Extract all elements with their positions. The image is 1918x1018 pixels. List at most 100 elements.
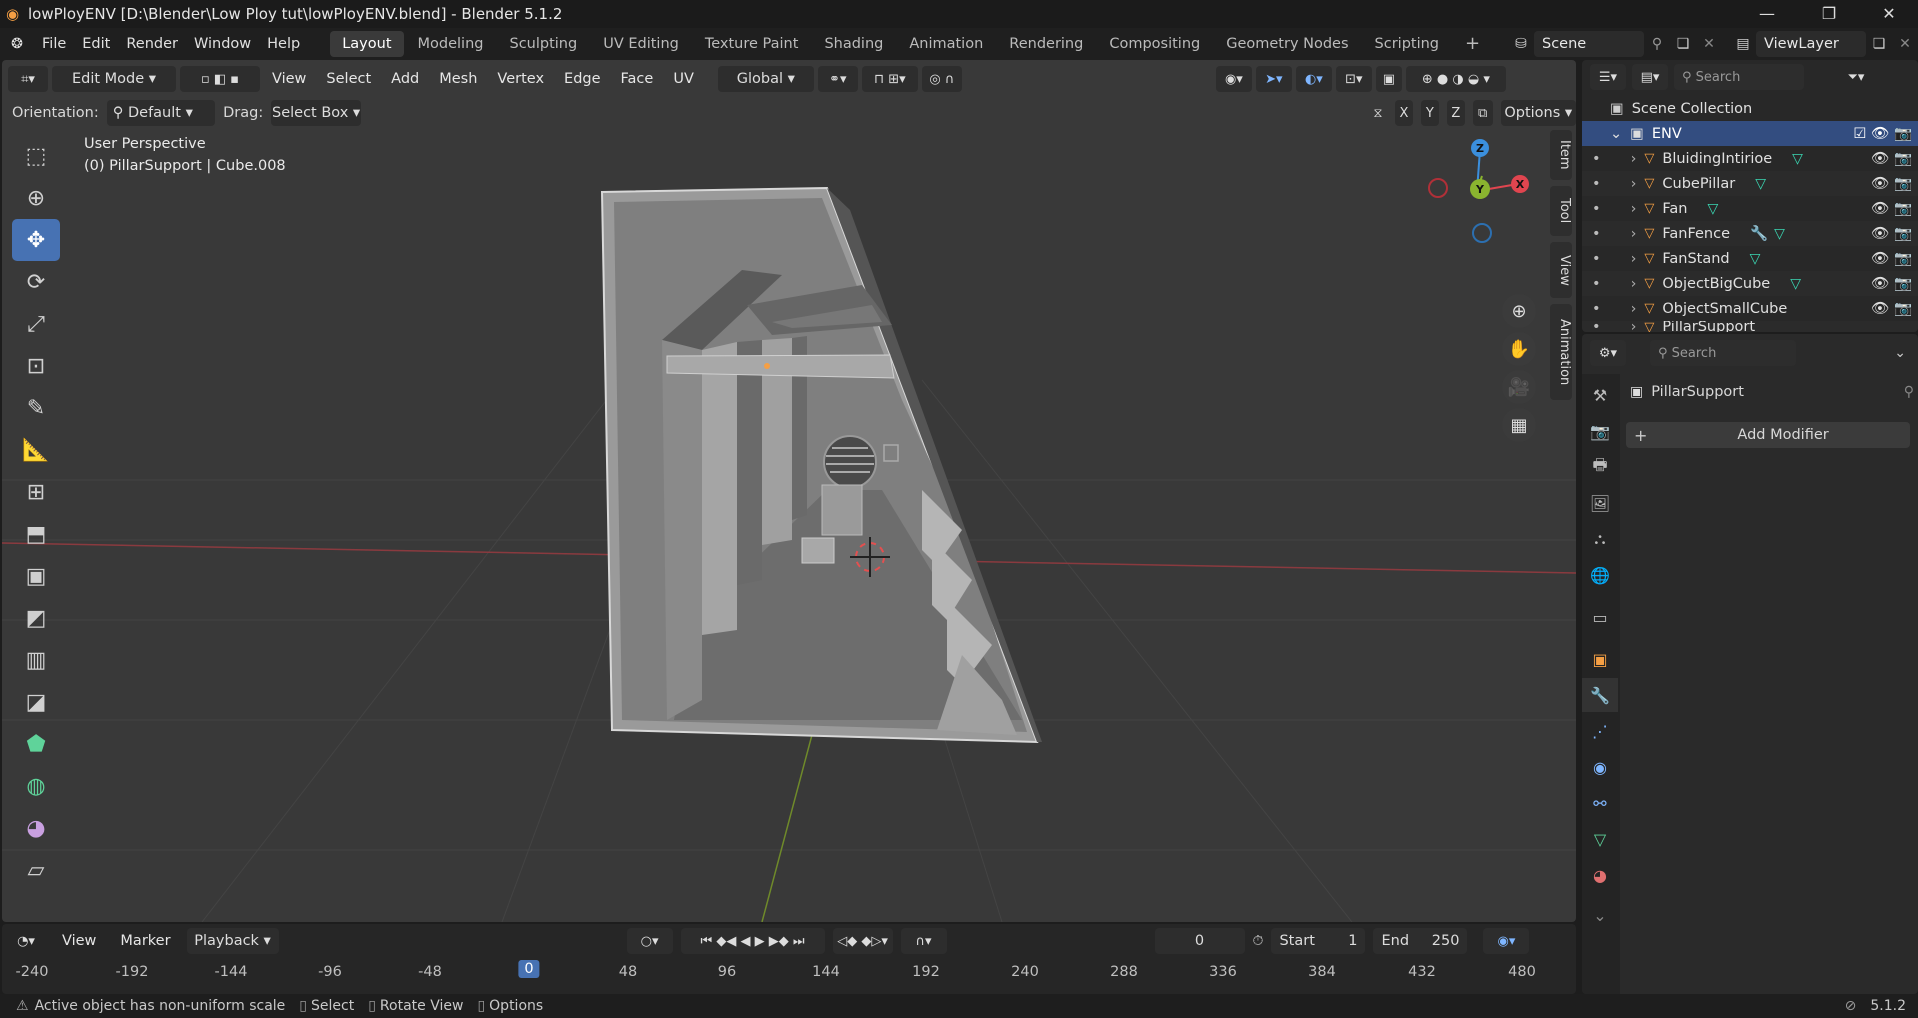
chevron-right-icon[interactable]: ›	[1631, 321, 1637, 332]
rotate-tool-icon[interactable]: ⟳	[12, 261, 60, 303]
tab-shading[interactable]: Shading	[812, 31, 895, 57]
vp-menu-face[interactable]: Face	[613, 66, 662, 92]
cursor-tool-icon[interactable]: ⊕	[12, 177, 60, 219]
minimize-button[interactable]: —	[1744, 0, 1790, 28]
tab-compositing[interactable]: Compositing	[1097, 31, 1212, 57]
mirror-icon[interactable]: ⧖	[1369, 100, 1387, 126]
smooth-tool-icon[interactable]: ◕	[12, 807, 60, 849]
particles-tab-icon[interactable]: ⋰	[1582, 714, 1618, 748]
vp-menu-view[interactable]: View	[264, 66, 314, 92]
onion-skin-icon[interactable]: ◉▾	[1483, 928, 1530, 954]
overlay-toggle-icon[interactable]: ◐▾	[1295, 66, 1332, 92]
object-tab-icon[interactable]: ▣	[1582, 642, 1618, 676]
spin-tool-icon[interactable]: ◍	[12, 765, 60, 807]
sidebar-tab-tool[interactable]: Tool	[1550, 186, 1572, 236]
tab-rendering[interactable]: Rendering	[997, 31, 1095, 57]
view-layer-tab-icon[interactable]: 🖼	[1582, 486, 1618, 520]
sidebar-tab-animation[interactable]: Animation	[1550, 304, 1572, 400]
row-controls[interactable]: 👁 📷	[1871, 275, 1912, 292]
outliner-row-object[interactable]: • › ▽ FanStand ▽ 👁 📷	[1582, 246, 1918, 271]
shading-mode-buttons[interactable]: ⊕ ● ◑ ◒ ▾	[1405, 66, 1506, 92]
pin-icon[interactable]: ⚲	[1644, 31, 1670, 57]
new-viewlayer-icon[interactable]: ❏	[1866, 31, 1892, 57]
extrude-tool-icon[interactable]: ⬒	[12, 513, 60, 555]
chevron-down-icon[interactable]: ⌄	[1610, 126, 1622, 142]
chevron-right-icon[interactable]: ›	[1631, 251, 1637, 267]
tab-layout[interactable]: Layout	[330, 31, 404, 57]
axis-y-toggle[interactable]: Y	[1420, 100, 1439, 126]
pan-hand-icon[interactable]: ✋	[1502, 332, 1536, 366]
outliner-row-object[interactable]: • › ▽ ObjectBigCube ▽ 👁 📷	[1582, 271, 1918, 296]
add-cube-tool-icon[interactable]: ⊞	[12, 471, 60, 513]
viewlayer-name-field[interactable]: ViewLayer	[1756, 31, 1866, 57]
menu-edit[interactable]: Edit	[74, 32, 118, 56]
chevron-right-icon[interactable]: ›	[1631, 226, 1637, 242]
chevron-down-icon[interactable]: ⌄	[1894, 345, 1906, 361]
vp-menu-mesh[interactable]: Mesh	[431, 66, 485, 92]
tab-geometry-nodes[interactable]: Geometry Nodes	[1214, 31, 1360, 57]
scene-tab-icon[interactable]: ⛬	[1582, 522, 1618, 556]
vp-menu-vertex[interactable]: Vertex	[489, 66, 552, 92]
transform-tool-icon[interactable]: ⊡	[12, 345, 60, 387]
zoom-icon[interactable]: ⊕	[1502, 294, 1536, 328]
constraints-tab-icon[interactable]: ⚯	[1582, 786, 1618, 820]
scene-selector[interactable]: ⛁ Scene ⚲ ❏ ✕	[1508, 31, 1722, 57]
vp-menu-select[interactable]: Select	[318, 66, 379, 92]
gizmo-toggle-icon[interactable]: ➤▾	[1255, 66, 1292, 92]
scale-tool-icon[interactable]: ⤢	[12, 303, 60, 345]
add-modifier-button[interactable]: + Add Modifier	[1626, 422, 1910, 448]
delete-viewlayer-icon[interactable]: ✕	[1892, 31, 1918, 57]
tab-sculpting[interactable]: Sculpting	[497, 31, 589, 57]
chevron-down-icon[interactable]: ⌄	[1582, 898, 1618, 932]
select-mode-buttons[interactable]: ▫ ◧ ▪	[180, 66, 260, 92]
menu-window[interactable]: Window	[186, 32, 259, 56]
world-tab-icon[interactable]: 🌐	[1582, 558, 1618, 592]
vp-menu-uv[interactable]: UV	[665, 66, 702, 92]
ortho-grid-icon[interactable]: ▦	[1502, 408, 1536, 442]
knife-tool-icon[interactable]: ◪	[12, 681, 60, 723]
filter-icon[interactable]: ⏷▾	[1838, 64, 1874, 90]
menu-file[interactable]: File	[34, 32, 74, 56]
chevron-right-icon[interactable]: ›	[1631, 151, 1637, 167]
auto-key-icon[interactable]: ∩▾	[900, 928, 947, 954]
tl-menu-marker[interactable]: Marker	[112, 928, 178, 954]
camera-view-icon[interactable]: 🎥	[1502, 370, 1536, 404]
tab-animation[interactable]: Animation	[897, 31, 995, 57]
outliner-search[interactable]: ⚲ Search	[1674, 64, 1804, 90]
visibility-icon[interactable]: ◉▾	[1215, 66, 1252, 92]
transform-orientation-dropdown[interactable]: Global ▾	[717, 66, 814, 92]
orientation-dropdown[interactable]: ⚲ Default ▾	[106, 100, 216, 126]
end-frame-field[interactable]: End 250	[1373, 928, 1468, 954]
tab-texture-paint[interactable]: Texture Paint	[693, 31, 811, 57]
vp-menu-add[interactable]: Add	[383, 66, 427, 92]
modifier-tab-icon[interactable]: 🔧	[1582, 678, 1618, 712]
physics-tab-icon[interactable]: ◉	[1582, 750, 1618, 784]
pivot-icon[interactable]: ⚭▾	[817, 66, 858, 92]
outliner-row-env[interactable]: ⌄ ▣ ENV ☑ 👁 📷	[1582, 121, 1918, 146]
row-controls[interactable]: 👁 📷	[1871, 200, 1912, 217]
outliner-row-object[interactable]: • › ▽ Fan ▽ 👁 📷	[1582, 196, 1918, 221]
outliner-row-object[interactable]: • › ▽ CubePillar ▽ 👁 📷	[1582, 171, 1918, 196]
outliner-row-object[interactable]: • › ▽ ObjectSmallCube 👁 📷	[1582, 296, 1918, 321]
chevron-right-icon[interactable]: ›	[1631, 301, 1637, 317]
mesh-overlay-icon[interactable]: ⊡▾	[1335, 66, 1372, 92]
shear-tool-icon[interactable]: ▱	[12, 849, 60, 891]
display-mode-icon[interactable]: ▤▾	[1632, 64, 1668, 90]
output-tab-icon[interactable]: 🖶	[1582, 450, 1618, 484]
row-controls[interactable]: 👁 📷	[1871, 150, 1912, 167]
row-controls[interactable]: 👁 📷	[1871, 225, 1912, 242]
playback-controls[interactable]: ⏮ ◆◀ ◀ ▶ ▶◆ ⏭	[680, 928, 825, 954]
chevron-right-icon[interactable]: ›	[1631, 276, 1637, 292]
keyframe-nav-icon[interactable]: ◁◆ ◆▷▾	[832, 928, 893, 954]
drag-dropdown[interactable]: Select Box ▾	[271, 100, 361, 126]
axis-x-toggle[interactable]: X	[1394, 100, 1413, 126]
move-tool-icon[interactable]: ✥	[12, 219, 60, 261]
pin-icon[interactable]: ⚲	[1904, 384, 1914, 400]
add-workspace-button[interactable]: +	[1453, 31, 1492, 57]
proportional-edit-icon[interactable]: ◎ ∩	[921, 66, 962, 92]
row-controls[interactable]: ☑ 👁 📷	[1853, 125, 1912, 142]
chevron-right-icon[interactable]: ›	[1631, 176, 1637, 192]
3d-viewport[interactable]: ⌗▾ Edit Mode ▾ ▫ ◧ ▪ View Select Add Mes…	[2, 60, 1576, 922]
maximize-button[interactable]: ❐	[1806, 0, 1852, 28]
editor-type-icon[interactable]: ⌗▾	[8, 66, 48, 92]
